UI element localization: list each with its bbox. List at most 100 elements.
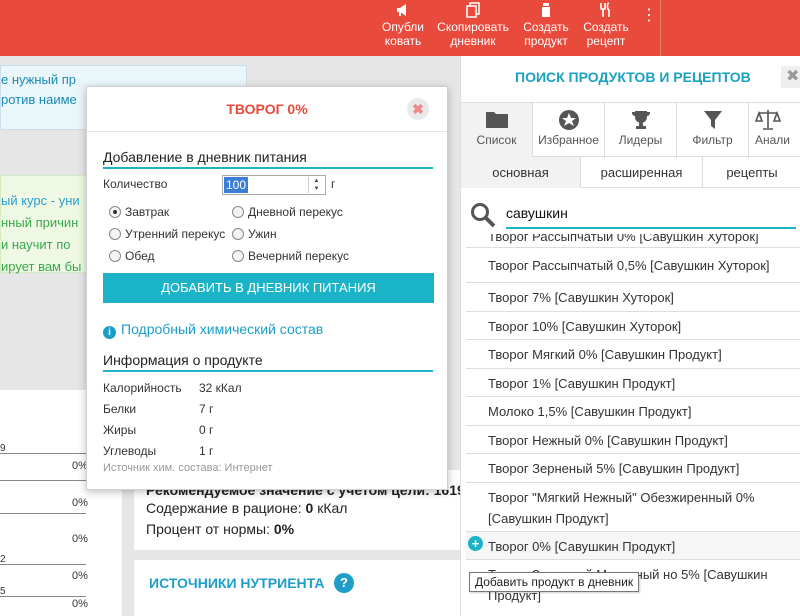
- radio-dot: [232, 228, 244, 240]
- tab-label: Список: [476, 133, 517, 147]
- publish-button[interactable]: Опубли ковать: [378, 0, 428, 56]
- list-item[interactable]: Творог 7% [Савушкин Хуторок]: [466, 282, 800, 311]
- subtab-advanced[interactable]: расширенная: [581, 157, 703, 188]
- tab-label: Фильтр: [692, 133, 733, 147]
- results-list: Творог Рассыпчатый 0% [Савушкин Хуторок]…: [466, 234, 800, 616]
- list-item[interactable]: Творог 1% [Савушкин Продукт]: [466, 368, 800, 396]
- help-button[interactable]: ?: [334, 573, 354, 593]
- meal-radio-morning-snack[interactable]: Утренний перекус: [109, 227, 225, 241]
- tab-favorites[interactable]: Избранное: [533, 103, 605, 158]
- nutrient-value: 32 кКал: [199, 381, 242, 395]
- recipe-icon: [578, 0, 634, 20]
- product-icon: [518, 0, 574, 20]
- nutrient-value: 1 г: [199, 444, 214, 458]
- row-percent: 0%: [72, 533, 88, 545]
- tab-list[interactable]: Список: [461, 103, 533, 158]
- list-item[interactable]: Творог "Мягкий Нежный" Обезжиренный 0% […: [466, 482, 800, 531]
- add-section-heading: Добавление в дневник питания: [103, 149, 433, 169]
- meal-label: Дневной перекус: [248, 205, 343, 219]
- trophy-icon: [605, 103, 676, 133]
- meal-radio-dinner[interactable]: Ужин: [232, 227, 277, 241]
- quantity-input[interactable]: 100 ▲ ▼: [222, 175, 326, 195]
- more-menu-glyph: ⋮: [641, 7, 657, 24]
- meal-label: Вечерний перекус: [248, 249, 350, 263]
- radio-dot: [232, 206, 244, 218]
- create-product-label-1: Создать: [523, 20, 569, 34]
- create-recipe-label-2: рецепт: [586, 34, 626, 48]
- copy-diary-button[interactable]: Скопировать дневник: [432, 0, 514, 56]
- list-item[interactable]: Творог 10% [Савушкин Хуторок]: [466, 311, 800, 339]
- meal-radio-lunch[interactable]: Обед: [109, 249, 154, 263]
- row-divider: [0, 564, 86, 565]
- create-recipe-button[interactable]: Создать рецепт: [578, 0, 634, 56]
- nutrient-label: Жиры: [103, 423, 137, 437]
- list-item[interactable]: Творог Нежный 0% [Савушкин Продукт]: [466, 425, 800, 453]
- add-plus-icon[interactable]: +: [468, 536, 483, 551]
- list-item[interactable]: Творог Рассыпчатый 0% [Савушкин Хуторок]: [466, 234, 800, 247]
- create-product-button[interactable]: Создать продукт: [518, 0, 574, 56]
- row-divider: [0, 453, 86, 454]
- search-input[interactable]: савушкин: [506, 205, 568, 221]
- row-divider: [0, 480, 86, 481]
- list-item[interactable]: Творог Зерненый 5% [Савушкин Продукт]: [466, 453, 800, 482]
- quantity-label: Количество: [103, 177, 168, 191]
- meal-label: Утренний перекус: [125, 227, 226, 241]
- top-bar: Опубли ковать Скопировать дневник Создат…: [0, 0, 800, 56]
- list-item[interactable]: Творог Рассыпчатый 0,5% [Савушкин Хуторо…: [466, 247, 800, 282]
- scales-icon: [754, 103, 800, 133]
- close-icon[interactable]: ✖: [407, 98, 429, 120]
- add-to-diary-button[interactable]: ДОБАВИТЬ В ДНЕВНИК ПИТАНИЯ: [103, 273, 434, 303]
- nutrient-label: Белки: [103, 402, 137, 416]
- search-bar: савушкин: [461, 188, 800, 238]
- tab-leaders[interactable]: Лидеры: [605, 103, 677, 158]
- meal-radio-evening-snack[interactable]: Вечерний перекус: [232, 249, 349, 263]
- more-menu-icon[interactable]: ⋮: [641, 8, 657, 36]
- search-icon[interactable]: [470, 202, 496, 231]
- norm-label: Процент от нормы:: [146, 521, 270, 537]
- list-item[interactable]: Творог Мягкий 0% [Савушкин Продукт]: [466, 339, 800, 368]
- list-item-hovered[interactable]: + Творог 0% [Савушкин Продукт]: [466, 531, 800, 559]
- create-recipe-label-1: Создать: [583, 20, 629, 34]
- filter-icon: [677, 103, 748, 133]
- subtab-basic[interactable]: основная: [461, 157, 581, 188]
- sources-title: ИСТОЧНИКИ НУТРИЕНТА: [149, 575, 325, 591]
- quantity-value: 100: [224, 177, 249, 193]
- content-value: 0: [305, 500, 314, 516]
- megaphone-icon: [378, 0, 428, 20]
- meal-label: Ужин: [248, 227, 277, 241]
- norm-row: Процент от нормы: 0%: [146, 521, 294, 537]
- meal-radio-breakfast[interactable]: Завтрак: [109, 205, 169, 219]
- quantity-stepper[interactable]: ▲ ▼: [308, 177, 324, 193]
- star-icon: [533, 103, 604, 133]
- panel-title: ПОИСК ПРОДУКТОВ И РЕЦЕПТОВ: [515, 69, 751, 85]
- row-percent: 0%: [72, 497, 88, 509]
- nutrient-value: 0 г: [199, 423, 214, 437]
- row-percent: 0%: [72, 570, 88, 582]
- product-info-heading: Информация о продукте: [103, 352, 433, 372]
- content-row: Содержание в рационе: 0 кКал: [146, 500, 347, 516]
- radio-dot: [109, 206, 121, 218]
- search-mode-tabs: основная расширенная рецепты: [461, 157, 800, 188]
- modal-header: ТВОРОГ 0% ✖: [87, 87, 447, 132]
- close-icon[interactable]: ✖: [781, 66, 800, 88]
- source-note: Источник хим. состава: Интернет: [103, 462, 273, 474]
- search-panel: ПОИСК ПРОДУКТОВ И РЕЦЕПТОВ ✖ Список Избр…: [460, 56, 800, 616]
- search-underline: [506, 227, 796, 229]
- chem-composition-link[interactable]: i Подробный химический состав: [103, 321, 323, 339]
- copy-label-1: Скопировать: [437, 20, 509, 34]
- list-item[interactable]: Молоко 1,5% [Савушкин Продукт]: [466, 396, 800, 425]
- add-to-diary-tooltip: Добавить продукт в дневник: [469, 572, 640, 592]
- subtab-recipes[interactable]: рецепты: [703, 157, 800, 188]
- nutrient-label: Углеводы: [103, 444, 157, 458]
- tab-filter[interactable]: Фильтр: [677, 103, 749, 158]
- tab-label: Избранное: [538, 133, 599, 147]
- radio-dot: [109, 228, 121, 240]
- meal-radio-day-snack[interactable]: Дневной перекус: [232, 205, 343, 219]
- top-bar-right-area: [660, 0, 800, 56]
- tab-analysis[interactable]: Анали: [749, 103, 800, 158]
- content-unit: кКал: [317, 500, 348, 516]
- folder-icon: [461, 103, 532, 133]
- publish-label-1: Опубли: [381, 20, 424, 34]
- info-icon: i: [103, 326, 116, 339]
- radio-dot: [232, 250, 244, 262]
